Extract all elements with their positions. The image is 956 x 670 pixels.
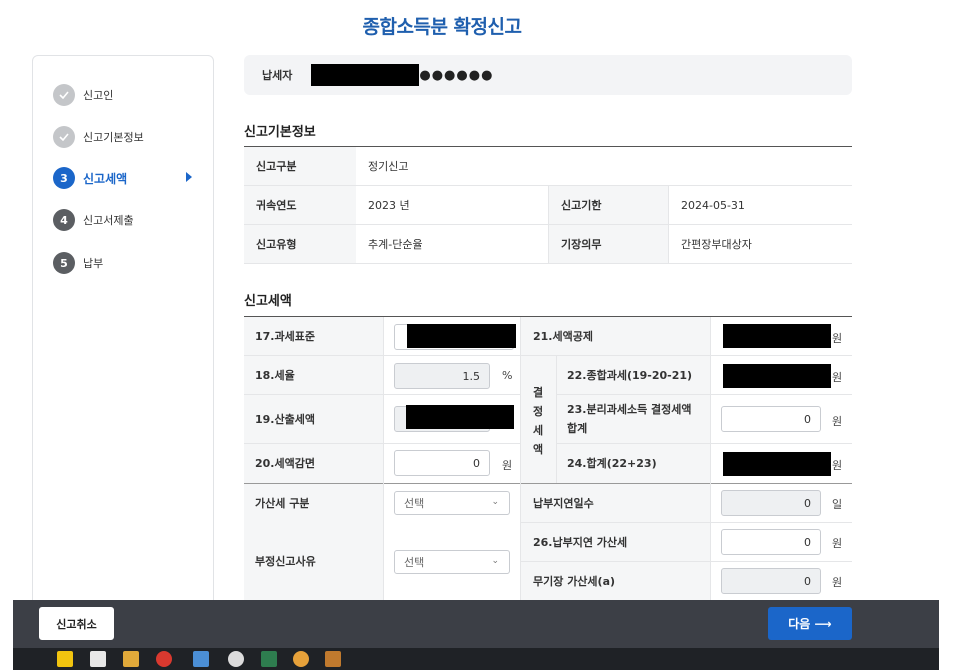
os-taskbar: [13, 648, 939, 670]
late-penalty-input[interactable]: 0: [721, 529, 821, 555]
app-icon[interactable]: [90, 651, 106, 667]
tax-reduction-input[interactable]: 0: [394, 450, 490, 476]
sticky-notes-icon[interactable]: [57, 651, 73, 667]
step-label: 신고세액: [83, 171, 128, 186]
app-icon[interactable]: [293, 651, 309, 667]
tax-amount-title: 신고세액: [244, 294, 292, 309]
late-days-input[interactable]: 0: [721, 490, 821, 516]
deadline-label: 신고기한: [548, 186, 668, 224]
step-label: 납부: [83, 257, 104, 270]
step-submit[interactable]: 4 신고서제출: [53, 208, 203, 232]
browser-icon[interactable]: [156, 651, 172, 667]
step-payment[interactable]: 5 납부: [53, 251, 203, 275]
unit: 원: [502, 459, 513, 472]
table-row: 신고구분 정기신고: [244, 147, 852, 186]
unfaithful-reason-select[interactable]: 선택 ⌄: [394, 550, 510, 574]
tax-amount-table: 17.과세표준 21.세액공제 원 18.세율 1.5 % 22.종합과세(19…: [244, 316, 852, 606]
step-label: 신고기본정보: [83, 131, 144, 144]
page: 종합소득분 확정신고 신고인 신고기본정보 3 신고세액 4 신고서제출 5 납…: [0, 0, 956, 670]
page-title: 종합소득분 확정신고: [362, 16, 522, 38]
report-type-value: 정기신고: [368, 160, 409, 173]
chevron-down-icon: ⌄: [491, 556, 499, 566]
check-icon: [53, 84, 75, 106]
step-number: 5: [53, 252, 75, 274]
year-label: 귀속연도: [244, 186, 356, 224]
select-value: 선택: [404, 497, 425, 510]
cancel-report-button[interactable]: 신고취소: [39, 607, 114, 640]
unfaithful-reason-label: 부정신고사유: [255, 555, 316, 568]
app-icon[interactable]: [261, 651, 277, 667]
basic-info-title: 신고기본정보: [244, 125, 316, 140]
tax-reduction-label: 20.세액감면: [255, 457, 315, 470]
late-days-label: 납부지연일수: [533, 496, 594, 510]
check-icon: [53, 126, 75, 148]
late-penalty-label: 26.납부지연 가산세: [533, 535, 628, 549]
redacted-name: [311, 64, 420, 86]
next-button[interactable]: 다음 ⟶: [768, 607, 852, 640]
penalty-type-label: 가산세 구분: [255, 496, 310, 510]
stepper: 신고인 신고기본정보 3 신고세액 4 신고서제출 5 납부: [32, 55, 214, 615]
filing-type-label: 신고유형: [244, 225, 356, 263]
step-number: 3: [53, 167, 75, 189]
basic-info-table: 신고구분 정기신고 귀속연도 2023 년 신고기한 2024-05-31 신고…: [244, 146, 852, 264]
masked-id: ●●●●●●: [419, 67, 494, 83]
folder-icon[interactable]: [123, 651, 139, 667]
step-number: 4: [53, 209, 75, 231]
report-type-label: 신고구분: [244, 147, 356, 185]
year-value: 2023 년: [368, 199, 410, 212]
general-tax-label: 22.종합과세(19-20-21): [567, 368, 693, 382]
tax-credit-label: 21.세액공제: [533, 330, 593, 343]
redacted-value: [407, 324, 516, 348]
table-row: 신고유형 추계-단순율 기장의무 간편장부대상자: [244, 225, 852, 264]
taxpayer-bar: 납세자 ●●●●●●: [244, 55, 852, 95]
action-bar: 신고취소 다음 ⟶: [13, 600, 939, 648]
no-book-penalty-label: 무기장 가산세(a): [533, 574, 616, 588]
redacted-value: [723, 452, 831, 476]
unit: 원: [832, 537, 843, 550]
table-row: 귀속연도 2023 년 신고기한 2024-05-31: [244, 186, 852, 225]
unit: 원: [832, 371, 843, 384]
unit: 일: [832, 498, 843, 511]
select-value: 선택: [404, 556, 425, 569]
step-filer[interactable]: 신고인: [53, 83, 203, 107]
step-basic-info[interactable]: 신고기본정보: [53, 125, 203, 149]
unit: 원: [832, 459, 843, 472]
decided-tax-label: 결정세액: [532, 386, 544, 456]
bookkeeping-label: 기장의무: [548, 225, 668, 263]
tax-rate-input[interactable]: 1.5: [394, 363, 490, 389]
computed-tax-label: 19.산출세액: [255, 412, 315, 426]
no-book-penalty-input[interactable]: 0: [721, 568, 821, 594]
redacted-value: [723, 324, 831, 348]
current-step-arrow-icon: [186, 172, 192, 182]
tax-base-label: 17.과세표준: [255, 330, 315, 343]
app-icon[interactable]: [228, 651, 244, 667]
penalty-type-select[interactable]: 선택 ⌄: [394, 491, 510, 515]
redacted-value: [406, 405, 514, 429]
separate-tax-label: 23.분리과세소득 결정세액 합계: [567, 402, 692, 435]
app-icon[interactable]: [325, 651, 341, 667]
redacted-value: [723, 364, 831, 388]
total-label: 24.합계(22+23): [567, 457, 657, 470]
app-icon[interactable]: [193, 651, 209, 667]
deadline-value: 2024-05-31: [668, 186, 852, 224]
bookkeeping-value: 간편장부대상자: [668, 225, 852, 263]
step-label: 신고인: [83, 89, 114, 102]
unit: 원: [832, 332, 843, 345]
unit: %: [502, 369, 513, 382]
unit: 원: [832, 576, 843, 589]
separate-tax-input[interactable]: 0: [721, 406, 821, 432]
tax-rate-label: 18.세율: [255, 368, 295, 382]
taxpayer-label: 납세자: [262, 69, 293, 82]
step-label: 신고서제출: [83, 214, 134, 227]
filing-type-value: 추계-단순율: [368, 238, 423, 251]
step-tax-amount[interactable]: 3 신고세액: [53, 166, 203, 190]
chevron-down-icon: ⌄: [491, 497, 499, 507]
unit: 원: [832, 415, 843, 428]
